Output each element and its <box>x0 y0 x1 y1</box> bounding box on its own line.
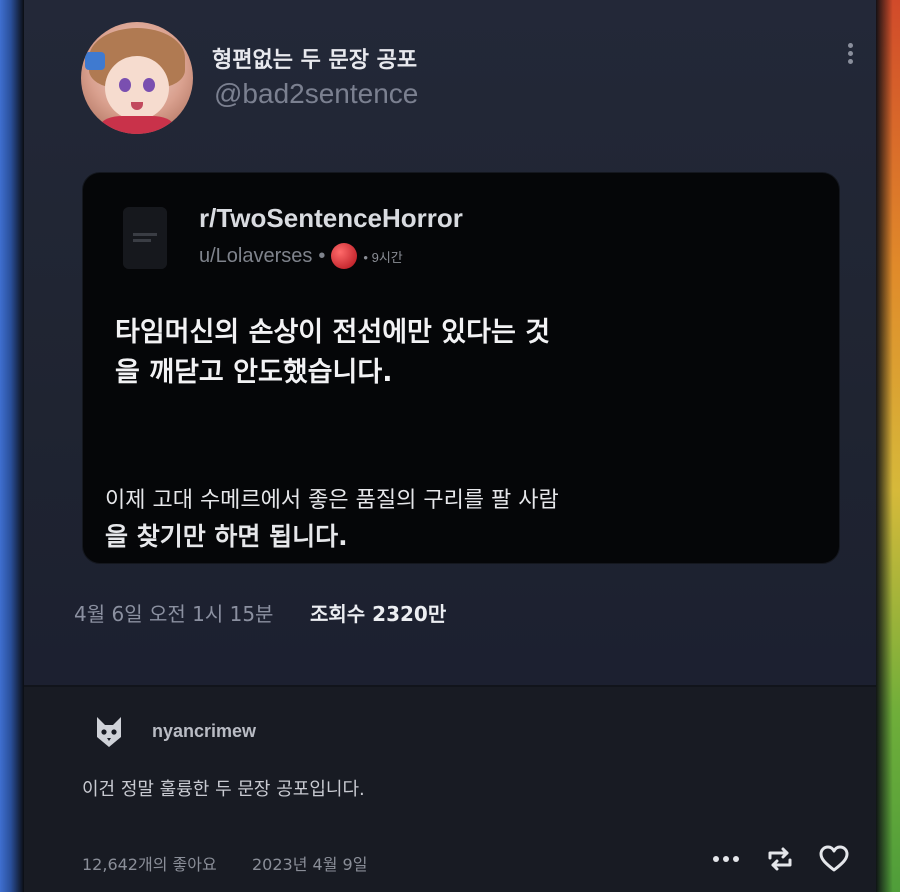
avatar-face <box>105 56 169 120</box>
story-sentence-2: 이제 고대 수메르에서 좋은 품질의 구리를 팔 사람 을 찾기만 하면 됩니다… <box>105 483 705 555</box>
avatar-collar <box>101 116 173 134</box>
post-meta: u/Lolaverses • • 9시간 <box>199 243 403 269</box>
right-color-edge <box>876 0 900 892</box>
tweet-timestamp: 4월 6일 오전 1시 15분 <box>74 602 274 626</box>
story-line: 이제 고대 수메르에서 좋은 품질의 구리를 팔 사람 <box>105 488 559 513</box>
screen: 형편없는 두 문장 공포 @bad2sentence r/TwoSentence… <box>24 0 876 892</box>
avatar-eye <box>119 78 131 92</box>
like-count[interactable]: 12,642개의 좋아요 <box>82 851 217 875</box>
post-time: • 9시간 <box>363 249 403 265</box>
post-author[interactable]: u/Lolaverses <box>199 245 312 268</box>
subreddit-name[interactable]: r/TwoSentenceHorror <box>199 203 463 234</box>
subreddit-logo-icon <box>123 207 167 269</box>
post-date: 2023년 4월 9일 <box>252 855 368 874</box>
post-actions <box>710 843 850 875</box>
more-vertical-icon[interactable] <box>844 40 856 72</box>
story-sentence-1: 타임머신의 손상이 전선에만 있다는 것 을 깨닫고 안도했습니다. <box>115 313 715 393</box>
reblog-icon[interactable] <box>764 843 796 875</box>
quoted-reddit-post[interactable]: r/TwoSentenceHorror u/Lolaverses • • 9시간… <box>82 172 840 564</box>
display-name[interactable]: 형편없는 두 문장 공포 <box>212 42 417 74</box>
tumblr-reblog: nyancrimew 이건 정말 훌륭한 두 문장 공포입니다. 12,642개… <box>24 687 876 892</box>
meta-separator: • <box>318 244 326 267</box>
user-handle[interactable]: @bad2sentence <box>214 78 418 110</box>
subreddit-icon <box>123 207 167 269</box>
tweet: 형편없는 두 문장 공포 @bad2sentence r/TwoSentence… <box>24 0 876 685</box>
tweet-views: 조회수 2320만 <box>310 602 447 626</box>
avatar-bow <box>85 52 105 70</box>
left-color-edge <box>0 0 24 892</box>
cat-avatar-icon[interactable] <box>94 715 124 749</box>
more-horizontal-icon[interactable] <box>710 843 742 875</box>
profile-avatar[interactable] <box>81 22 193 134</box>
heart-icon[interactable] <box>818 843 850 875</box>
story-line: 을 깨닫고 안도했습니다. <box>115 357 393 388</box>
tumblr-username[interactable]: nyancrimew <box>152 721 256 742</box>
story-line: 타임머신의 손상이 전선에만 있다는 것 <box>115 317 551 348</box>
reddit-badge-icon <box>331 243 358 269</box>
tumblr-comment: 이건 정말 훌륭한 두 문장 공포입니다. <box>82 779 365 800</box>
story-line: 을 찾기만 하면 됩니다. <box>105 522 348 551</box>
avatar-eye <box>143 78 155 92</box>
